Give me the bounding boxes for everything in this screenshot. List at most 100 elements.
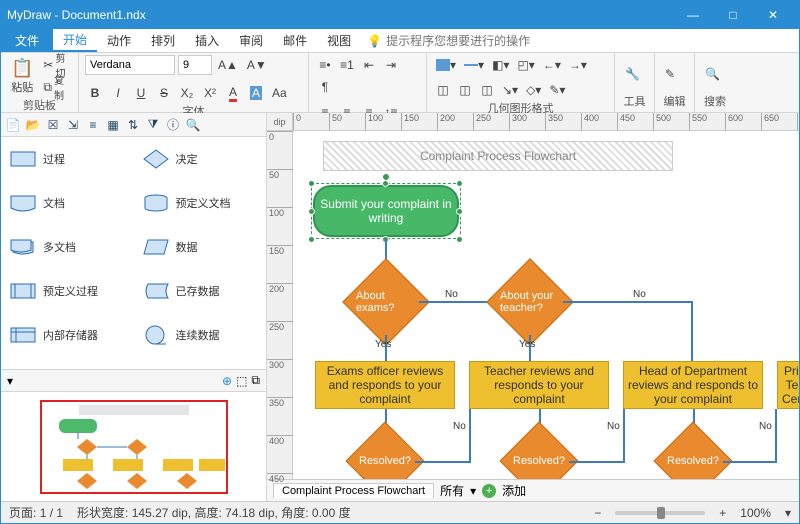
font-color-button[interactable]: A [223,83,243,103]
handle-w[interactable] [308,208,315,215]
fill-button[interactable]: ▾ [433,55,459,75]
theme2-button[interactable]: ◫ [455,80,475,100]
tab-arrange[interactable]: 排列 [141,29,185,52]
file-menu[interactable]: 文件 [1,29,53,52]
italic-button[interactable]: I [108,83,128,103]
resolved-2[interactable]: Resolved? [499,421,578,479]
zoom-slider[interactable] [615,511,705,515]
list-icon[interactable]: ≡ [84,116,102,134]
shape-item[interactable]: 手动输入 [134,357,267,369]
tab-review[interactable]: 审阅 [229,29,273,52]
pan-icon[interactable]: ⊕ [222,374,232,388]
handle-se[interactable] [456,236,463,243]
arrow-start-button[interactable]: ←▾ [540,55,564,75]
page-preview[interactable] [1,391,266,501]
zoom-dropdown-icon[interactable]: ▾ [785,506,791,520]
copy-button[interactable]: ⧉复制 [40,77,72,97]
connector[interactable] [623,409,625,463]
zoom-in-button[interactable]: + [719,506,726,520]
clear-format-button[interactable]: Aa [269,83,290,103]
layers-icon[interactable]: ⧉ [251,373,260,388]
horizontal-ruler[interactable]: 0501001502002503003504004505005506006507… [293,113,799,130]
shadow-button[interactable]: ◧▾ [489,55,512,75]
geometry-button[interactable]: ◇▾ [523,80,544,100]
shapes-list[interactable]: 过程决定文档预定义文档多文档数据预定义过程已存数据内部存储器连续数据直接数据手动… [1,137,266,369]
search-button[interactable]: 🔍 [701,65,724,83]
filter-icon[interactable]: ⧩ [144,116,162,134]
outdent-button[interactable]: ⇤ [359,55,379,75]
open-icon[interactable]: 📂 [24,116,42,134]
shape-item[interactable]: 已存数据 [134,269,267,313]
add-page-button[interactable]: + [482,484,496,498]
close-button[interactable]: ✕ [753,1,793,29]
arrow-end-button[interactable]: →▾ [566,55,590,75]
decision-teacher[interactable]: About your teacher? [486,258,574,346]
shape-item[interactable]: 内部存储器 [1,313,134,357]
bold-button[interactable]: B [85,83,105,103]
tab-insert[interactable]: 插入 [185,29,229,52]
zoom-out-button[interactable]: − [594,506,601,520]
highlight-button[interactable]: A [246,83,266,103]
search-input[interactable] [386,34,793,48]
shape-item[interactable]: 连续数据 [134,313,267,357]
connector[interactable] [775,409,777,463]
tab-home[interactable]: 开始 [53,29,97,52]
handle-sw[interactable] [308,236,315,243]
shape-item[interactable]: 数据 [134,225,267,269]
connector[interactable] [723,461,775,463]
page-tab[interactable]: Complaint Process Flowchart [273,483,434,498]
corner-button[interactable]: ◰▾ [514,55,537,75]
subscript-button[interactable]: X₂ [177,83,197,103]
handle-n[interactable] [382,180,389,187]
maximize-button[interactable]: □ [713,1,753,29]
connector[interactable] [569,461,623,463]
all-pages[interactable]: 所有 [440,482,464,499]
all-dropdown-icon[interactable]: ▾ [470,484,476,498]
font-shrink-button[interactable]: A▼ [244,55,270,75]
process-head[interactable]: Head of Department reviews and responds … [623,361,763,409]
indent-button[interactable]: ⇥ [381,55,401,75]
zoom-icon[interactable]: 🔍 [184,116,202,134]
fit-icon[interactable]: ⬚ [236,374,247,388]
numbering-button[interactable]: ≡1 [337,55,357,75]
tab-action[interactable]: 动作 [97,29,141,52]
shape-item[interactable]: 多文档 [1,225,134,269]
sort-icon[interactable]: ⇅ [124,116,142,134]
minimize-button[interactable]: ― [673,1,713,29]
edit-button[interactable]: ✎ [661,65,679,83]
shape-item[interactable]: 预定义文档 [134,181,267,225]
info-icon[interactable]: ⓘ [164,116,182,134]
shape-item[interactable]: 决定 [134,137,267,181]
tab-view[interactable]: 视图 [317,29,361,52]
superscript-button[interactable]: X² [200,83,220,103]
decision-exams[interactable]: About exams? [342,258,430,346]
zoom-thumb[interactable] [657,507,665,519]
paste-button[interactable]: 📋 粘贴 [7,56,37,97]
zoom-level[interactable]: 100% [740,506,771,520]
connector[interactable] [563,301,691,303]
strike-button[interactable]: S [154,83,174,103]
shape-item[interactable]: 过程 [1,137,134,181]
connector[interactable] [469,409,471,463]
connector[interactable] [415,461,469,463]
shape-item[interactable]: 直接数据 [1,357,134,369]
pilcrow-button[interactable]: ¶ [315,77,335,97]
tools-button[interactable]: 🔧 [621,65,644,83]
connector-button[interactable]: ↘▾ [499,80,521,100]
start-node[interactable]: Submit your complaint in writing [313,185,459,237]
bullets-button[interactable]: ≡• [315,55,335,75]
font-family-select[interactable]: Verdana [85,55,175,75]
underline-button[interactable]: U [131,83,151,103]
title-banner[interactable]: Complaint Process Flowchart [323,141,673,171]
handle-nw[interactable] [308,180,315,187]
tab-mail[interactable]: 邮件 [273,29,317,52]
theme1-button[interactable]: ◫ [433,80,453,100]
vertical-ruler[interactable]: 050100150200250300350400450 [267,131,293,479]
canvas[interactable]: Complaint Process Flowchart Submit your … [293,131,799,479]
dropdown-icon[interactable]: ▾ [7,374,13,388]
connector[interactable] [691,301,693,361]
resolved-3[interactable]: Resolved? [653,421,732,479]
shape-item[interactable]: 文档 [1,181,134,225]
theme3-button[interactable]: ◫ [477,80,497,100]
font-grow-button[interactable]: A▲ [215,55,241,75]
